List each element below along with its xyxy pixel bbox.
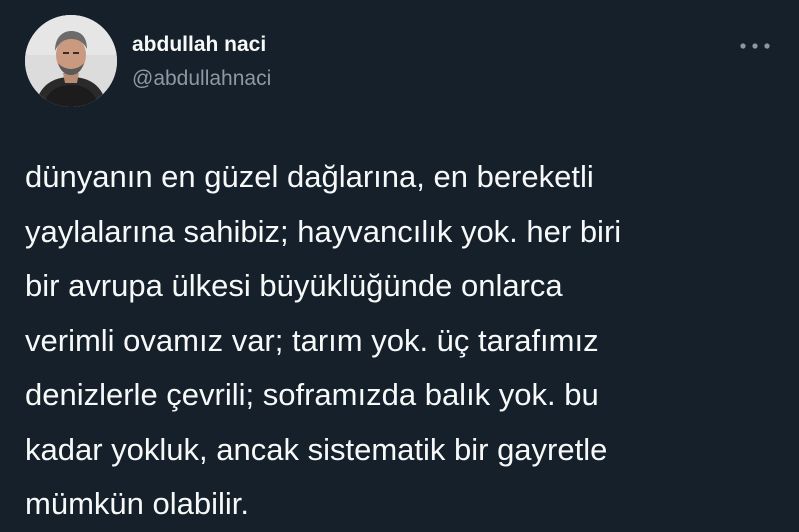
tweet-card: abdullah naci @abdullahnaci dünyanın en … bbox=[0, 0, 799, 531]
avatar[interactable] bbox=[25, 15, 117, 107]
avatar-photo-icon bbox=[25, 15, 117, 107]
author-handle[interactable]: @abdullahnaci bbox=[132, 68, 271, 89]
tweet-text: dünyanın en güzel dağlarına, en bereketl… bbox=[25, 159, 622, 521]
more-options-button[interactable] bbox=[736, 36, 774, 56]
more-horizontal-icon bbox=[740, 43, 770, 49]
author-display-name[interactable]: abdullah naci bbox=[132, 34, 266, 55]
